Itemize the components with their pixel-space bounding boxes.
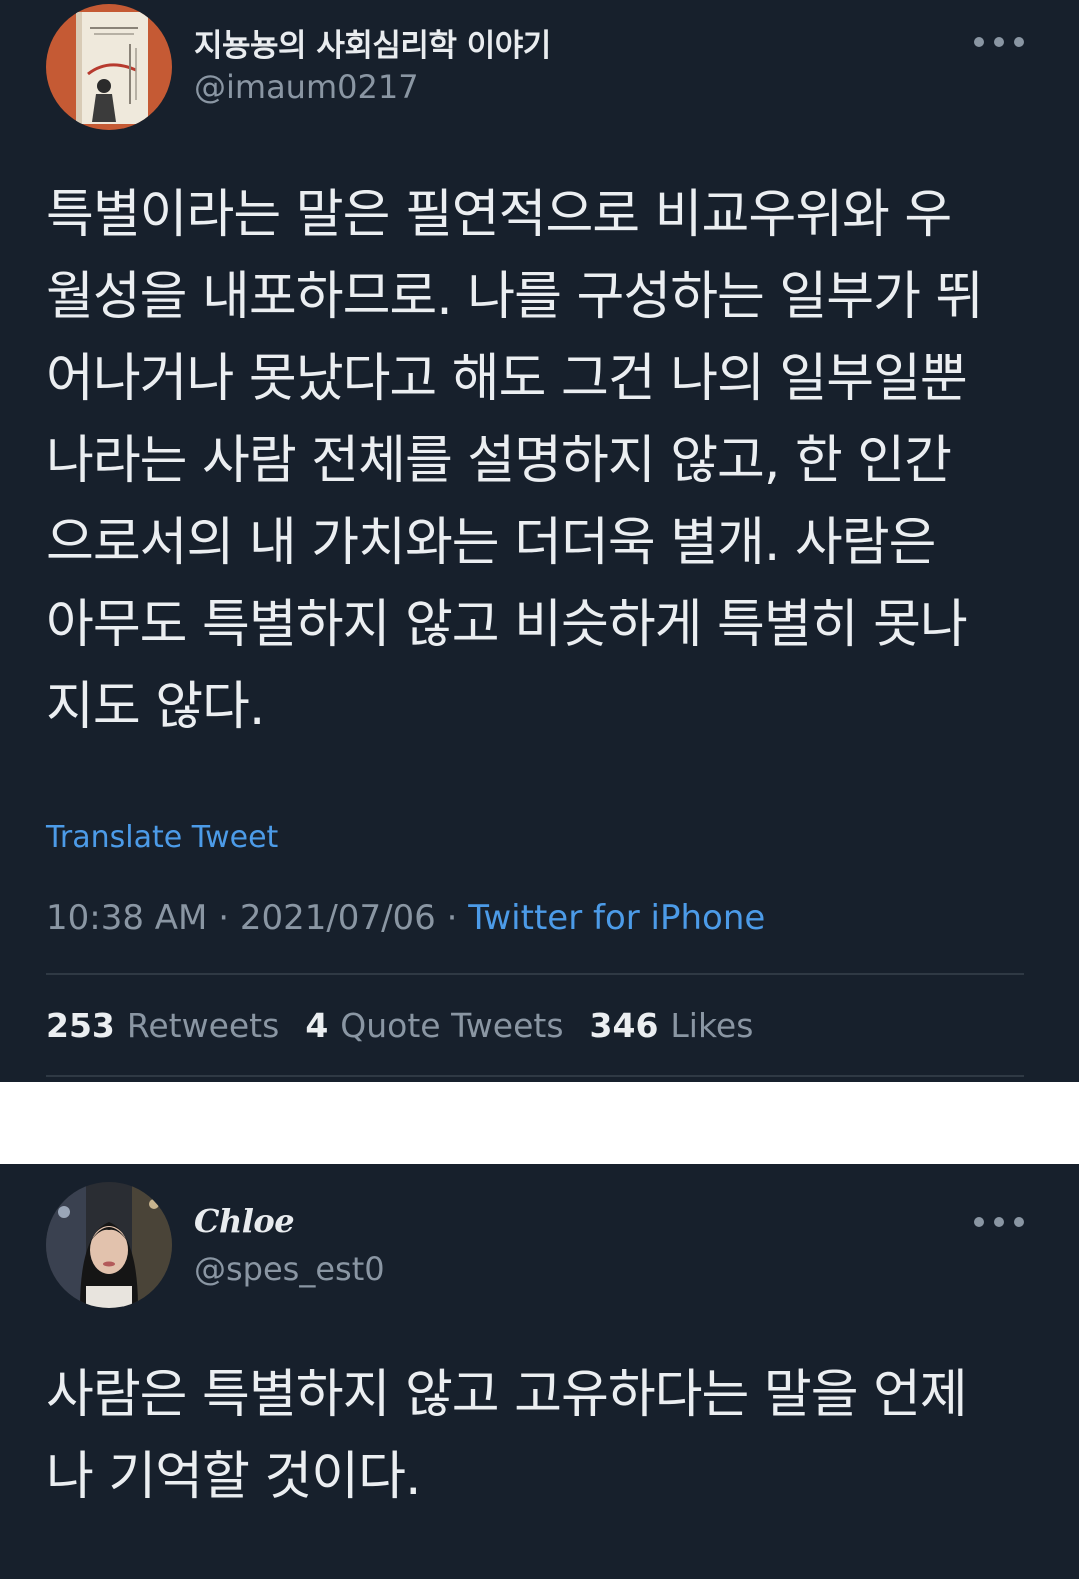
quote-tweets-stat[interactable]: 4 Quote Tweets	[305, 1006, 563, 1045]
tweet-text-line: 나 기억할 것이다.	[46, 1447, 421, 1507]
retweets-stat[interactable]: 253 Retweets	[46, 1006, 279, 1045]
quotes-count: 4	[305, 1006, 329, 1045]
likes-count: 346	[589, 1006, 659, 1045]
user-handle[interactable]: @spes_est0	[194, 1250, 385, 1288]
user-handle[interactable]: @imaum0217	[194, 68, 419, 106]
tweet-text-line: 으로서의 내 가치와는 더더욱 별개. 사람은	[46, 513, 936, 573]
display-name[interactable]: 지뇽뇽의 사회심리학 이야기	[194, 20, 551, 65]
screenshot: 지뇽뇽의 사회심리학 이야기 @imaum0217 특별이라는 말은 필연적으로…	[0, 0, 1079, 1579]
tweet-text-line: 특별이라는 말은 필연적으로 비교우위와 우	[46, 185, 952, 245]
tweet-time: 10:38 AM	[46, 898, 208, 938]
tweet-date: 2021/07/06	[239, 898, 436, 938]
tweet-text-line: 아무도 특별하지 않고 비슷하게 특별히 못나	[46, 595, 968, 655]
divider	[46, 973, 1024, 975]
tweet-text-line: 사람은 특별하지 않고 고유하다는 말을 언제	[46, 1365, 968, 1425]
display-name[interactable]: Chloe	[194, 1202, 295, 1240]
tweet-text-line: 지도 않다.	[46, 677, 265, 737]
retweets-label: Retweets	[126, 1006, 280, 1045]
avatar[interactable]	[46, 4, 172, 130]
tweet-text-line: 어나거나 못났다고 해도 그건 나의 일부일뿐	[46, 349, 968, 409]
main-tweet: 지뇽뇽의 사회심리학 이야기 @imaum0217 특별이라는 말은 필연적으로…	[0, 0, 1079, 1082]
avatar[interactable]	[46, 1182, 172, 1308]
tweet-source-link[interactable]: Twitter for iPhone	[468, 898, 765, 938]
tweet-text: 사람은 특별하지 않고 고유하다는 말을 언제 나 기억할 것이다.	[46, 1354, 1026, 1518]
engagement-stats: 253 Retweets 4 Quote Tweets 346 Likes	[46, 1006, 753, 1045]
likes-label: Likes	[670, 1006, 754, 1045]
tweet-text-line: 월성을 내포하므로. 나를 구성하는 일부가 뛰	[46, 267, 983, 327]
retweets-count: 253	[46, 1006, 115, 1045]
reply-tweet: Chloe @spes_est0 사람은 특별하지 않고 고유하다는 말을 언제…	[0, 1164, 1079, 1579]
more-options-icon[interactable]	[974, 32, 1024, 52]
divider	[46, 1075, 1024, 1077]
translate-tweet-link[interactable]: Translate Tweet	[46, 820, 278, 855]
tweet-text-line: 나라는 사람 전체를 설명하지 않고, 한 인간	[46, 431, 952, 491]
separator: ·	[446, 898, 458, 938]
more-options-icon[interactable]	[974, 1212, 1024, 1232]
separator: ·	[218, 898, 230, 938]
tweet-text: 특별이라는 말은 필연적으로 비교우위와 우 월성을 내포하므로. 나를 구성하…	[46, 174, 1026, 748]
tweet-meta: 10:38 AM · 2021/07/06 · Twitter for iPho…	[46, 898, 765, 938]
likes-stat[interactable]: 346 Likes	[590, 1006, 754, 1045]
quotes-label: Quote Tweets	[340, 1006, 564, 1045]
